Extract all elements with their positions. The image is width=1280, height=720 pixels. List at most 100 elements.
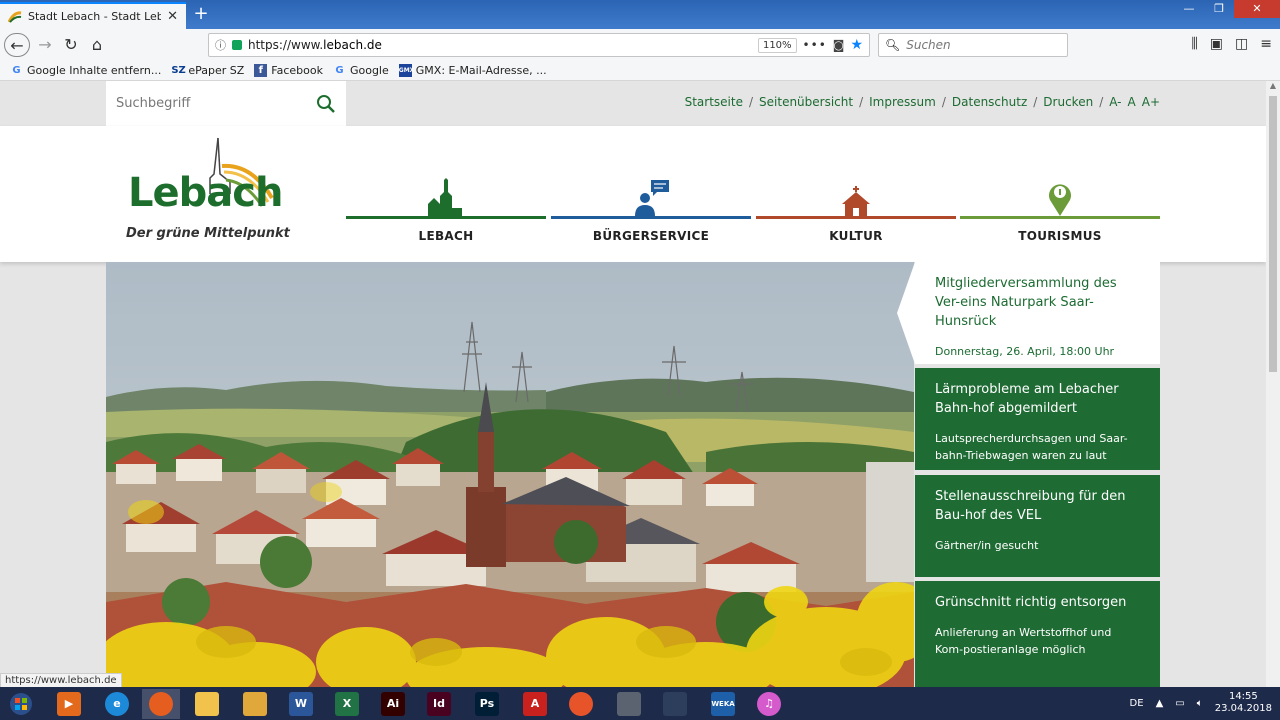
bookmark-google-remove[interactable]: G Google Inhalte entfern... bbox=[10, 64, 161, 77]
illustrator-icon: Ai bbox=[381, 692, 405, 716]
word-icon: W bbox=[289, 692, 313, 716]
browser-tab-active[interactable]: Stadt Lebach - Stadt Lebach ✕ bbox=[0, 2, 186, 29]
site-search-input[interactable]: Suchbegriff bbox=[106, 81, 346, 126]
font-size-decrease[interactable]: A- bbox=[1109, 95, 1121, 109]
service-links: Startseite / Seitenübersicht / Impressum / … bbox=[684, 95, 1160, 109]
reader-icon[interactable]: ▣ bbox=[1210, 36, 1223, 52]
taskbar-firefox-button[interactable] bbox=[142, 689, 180, 719]
browser-search-placeholder: Suchen bbox=[906, 38, 951, 52]
taskbar-itunes-button[interactable]: ♫ bbox=[750, 689, 788, 719]
url-text[interactable]: https://www.lebach.de bbox=[248, 38, 752, 52]
news-description: Lautsprecherdurchsagen und Saar-bahn-Tri… bbox=[935, 432, 1128, 462]
bookmarks-bar: G Google Inhalte entfern... SZ ePaper SZ f… bbox=[0, 61, 1280, 81]
nav-underline bbox=[756, 216, 956, 219]
font-size-increase[interactable]: A+ bbox=[1142, 95, 1160, 109]
bookmark-google[interactable]: G Google bbox=[333, 64, 389, 77]
taskbar-media-player-button[interactable]: ▶ bbox=[50, 689, 88, 719]
bookmark-label: Facebook bbox=[271, 64, 323, 77]
close-window-icon[interactable]: ✕ bbox=[1234, 0, 1280, 18]
home-icon[interactable]: ⌂ bbox=[84, 33, 110, 57]
bookmark-label: GMX: E-Mail-Adresse, ... bbox=[415, 64, 547, 77]
taskbar-excel-button[interactable]: X bbox=[328, 689, 366, 719]
nav-underline bbox=[551, 216, 751, 219]
news-item[interactable]: Mitgliederversammlung des Ver-eins Natur… bbox=[915, 262, 1160, 364]
gmx-icon: GMX bbox=[398, 64, 414, 77]
hero-image bbox=[106, 262, 914, 687]
taskbar-outlook-button[interactable] bbox=[236, 689, 274, 719]
taskbar-illustrator-button[interactable]: Ai bbox=[374, 689, 412, 719]
link-startseite[interactable]: Startseite bbox=[685, 95, 743, 109]
pocket-icon[interactable]: ◙ bbox=[833, 38, 845, 52]
news-item[interactable]: Lärmprobleme am Lebacher Bahn-hof abgemi… bbox=[915, 368, 1160, 470]
bookmark-gmx[interactable]: GMX GMX: E-Mail-Adresse, ... bbox=[398, 64, 547, 77]
forward-arrow-icon[interactable]: → bbox=[32, 33, 58, 57]
search-icon[interactable] bbox=[316, 94, 336, 114]
taskbar-balloon-app-button[interactable] bbox=[562, 689, 600, 719]
sidebar-icon[interactable]: ◫ bbox=[1235, 36, 1248, 52]
browser-search-field[interactable]: 🔍︎ Suchen bbox=[878, 33, 1068, 57]
news-item[interactable]: Stellenausschreibung für den Bau-hof des… bbox=[915, 475, 1160, 577]
lebach-logo[interactable]: Lebach Der grüne Mittelpunkt bbox=[122, 134, 290, 246]
link-seitenuebersicht[interactable]: Seitenübersicht bbox=[759, 95, 853, 109]
link-datenschutz[interactable]: Datenschutz bbox=[952, 95, 1027, 109]
taskbar-indesign-button[interactable]: Id bbox=[420, 689, 458, 719]
clock[interactable]: 14:55 23.04.2018 bbox=[1215, 691, 1272, 715]
font-size-normal[interactable]: A bbox=[1128, 95, 1136, 109]
news-description: Anlieferung an Wertstoffhof und Kom-post… bbox=[935, 626, 1112, 656]
news-item[interactable]: Grünschnitt richtig entsorgen Anlieferun… bbox=[915, 581, 1160, 687]
logo-tagline: Der grüne Mittelpunkt bbox=[126, 226, 290, 241]
sz-icon: SZ bbox=[171, 65, 186, 76]
taskbar-file-explorer-button[interactable] bbox=[188, 689, 226, 719]
bookmark-star-icon[interactable]: ★ bbox=[850, 37, 863, 53]
taskbar-internet-explorer-button[interactable]: e bbox=[98, 689, 136, 719]
volume-icon[interactable]: 🔈︎ bbox=[1197, 698, 1203, 709]
link-drucken[interactable]: Drucken bbox=[1043, 95, 1093, 109]
taskbar-word-button[interactable]: W bbox=[282, 689, 320, 719]
nav-lebach[interactable]: LEBACH bbox=[346, 174, 546, 244]
outlook-icon bbox=[243, 692, 267, 716]
system-tray: DE ▲ ▭ 🔈︎ 14:55 23.04.2018 bbox=[1130, 691, 1272, 715]
church-tower-icon bbox=[428, 178, 462, 216]
google-icon: G bbox=[335, 65, 344, 76]
nav-tourismus[interactable]: TOURISMUS bbox=[960, 174, 1160, 244]
web-page: Suchbegriff Startseite / Seitenübersicht /… bbox=[0, 81, 1266, 687]
news-pointer bbox=[897, 262, 915, 364]
new-tab-button[interactable]: + bbox=[190, 4, 212, 26]
network-icon[interactable]: ▭ bbox=[1175, 698, 1184, 709]
nav-buergerservice[interactable]: BÜRGERSERVICE bbox=[551, 174, 751, 244]
url-bar[interactable]: ⓘ https://www.lebach.de 110% ••• ◙ ★ bbox=[208, 33, 870, 57]
tab-close-icon[interactable]: ✕ bbox=[167, 9, 178, 24]
nav-kultur[interactable]: KULTUR bbox=[756, 174, 956, 244]
start-button[interactable] bbox=[2, 689, 40, 719]
zoom-level[interactable]: 110% bbox=[757, 37, 797, 53]
taskbar-weka-button[interactable]: WEKA bbox=[704, 689, 742, 719]
lock-icon[interactable] bbox=[232, 40, 242, 50]
page-actions-icon[interactable]: ••• bbox=[803, 38, 827, 52]
scroll-up-icon[interactable]: ▲ bbox=[1266, 81, 1280, 95]
clock-time: 14:55 bbox=[1228, 691, 1258, 702]
site-search-placeholder: Suchbegriff bbox=[116, 96, 191, 111]
nav-label: KULTUR bbox=[829, 229, 883, 243]
scrollbar-thumb[interactable] bbox=[1269, 96, 1277, 372]
info-icon[interactable]: ⓘ bbox=[215, 37, 226, 53]
link-impressum[interactable]: Impressum bbox=[869, 95, 936, 109]
reload-icon[interactable]: ↻ bbox=[58, 33, 84, 57]
taskbar-acrobat-button[interactable]: A bbox=[516, 689, 554, 719]
minimize-icon[interactable]: — bbox=[1174, 0, 1204, 18]
back-arrow-icon[interactable]: ← bbox=[4, 33, 30, 57]
taskbar-photoshop-button[interactable]: Ps bbox=[468, 689, 506, 719]
bookmark-label: Google Inhalte entfern... bbox=[27, 64, 162, 77]
logo-word: Lebach bbox=[128, 170, 283, 216]
tray-expand-icon[interactable]: ▲ bbox=[1156, 698, 1164, 709]
maximize-icon[interactable]: ❐ bbox=[1204, 0, 1234, 18]
taskbar-mountain-app-button[interactable] bbox=[656, 689, 694, 719]
bookmark-facebook[interactable]: f Facebook bbox=[254, 64, 323, 77]
library-icon[interactable]: ⫼ bbox=[1191, 36, 1197, 52]
page-scrollbar[interactable]: ▲ bbox=[1266, 81, 1280, 687]
taskbar-camera-app-button[interactable] bbox=[610, 689, 648, 719]
bookmark-epaper-sz[interactable]: SZ ePaper SZ bbox=[171, 64, 244, 77]
menu-icon[interactable]: ≡ bbox=[1260, 36, 1272, 52]
lebach-favicon-icon bbox=[8, 10, 22, 23]
language-indicator[interactable]: DE bbox=[1130, 698, 1144, 709]
bookmark-label: Google bbox=[349, 64, 389, 77]
